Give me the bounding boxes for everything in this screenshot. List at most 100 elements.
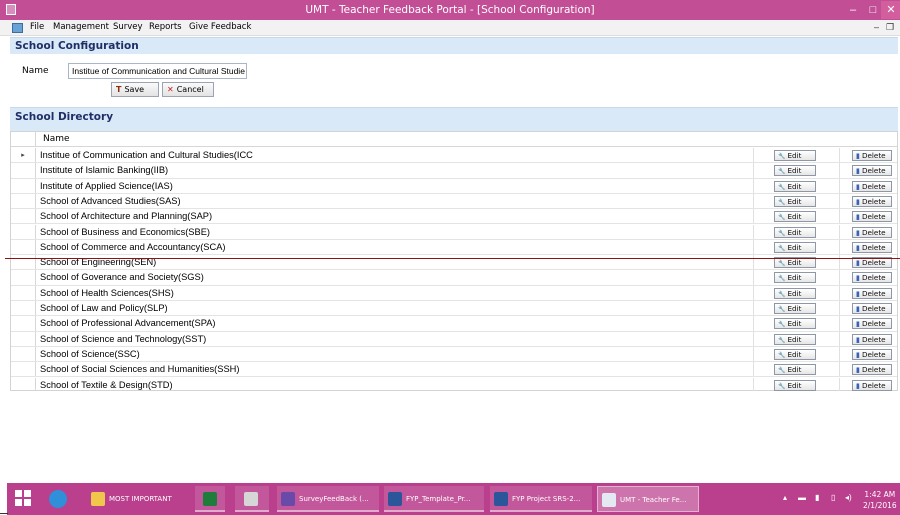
mdi-restore-button[interactable]: ❐ (886, 22, 894, 33)
taskbar-item-fyp-template[interactable]: FYP_Template_Pr... (384, 486, 484, 512)
internet-explorer-taskbar-item[interactable] (45, 486, 79, 512)
school-name-cell[interactable]: School of Science(SSC) (40, 349, 140, 359)
table-row[interactable]: School of Health Sciences(SHS) 🔧 Edit ▮ Dele… (11, 285, 897, 301)
school-name-cell[interactable]: Institute of Applied Science(IAS) (40, 181, 173, 191)
row-header[interactable] (11, 346, 36, 362)
taskbar-item-most-important[interactable]: MOST IMPORTANT (87, 486, 191, 512)
minimize-button[interactable]: – (843, 1, 863, 19)
delete-button[interactable]: ▮ Delete (852, 287, 892, 299)
tray-expand-icon[interactable]: ▴ (783, 493, 787, 502)
delete-button[interactable]: ▮ Delete (852, 226, 892, 238)
edit-button[interactable]: 🔧 Edit (774, 241, 816, 253)
delete-button[interactable]: ▮ Delete (852, 303, 892, 314)
school-name-cell[interactable]: School of Architecture and Planning(SAP) (40, 211, 212, 221)
table-row[interactable]: Institute of Applied Science(IAS) 🔧 Edit ▮ D… (11, 178, 897, 194)
row-header[interactable] (11, 239, 36, 255)
school-name-cell[interactable]: Institute of Islamic Banking(IIB) (40, 165, 168, 175)
row-header[interactable] (11, 209, 36, 224)
row-header[interactable]: ▸ (11, 148, 36, 163)
mdi-minimize-button[interactable]: – (874, 22, 879, 32)
column-header-name[interactable]: Name (43, 134, 70, 144)
row-header[interactable] (11, 178, 36, 193)
name-input[interactable]: Institue of Communication and Cultural S… (68, 63, 247, 79)
delete-button[interactable]: ▮ Delete (852, 165, 892, 177)
edit-button[interactable]: 🔧 Edit (774, 272, 816, 284)
row-header[interactable] (11, 362, 36, 377)
edit-button[interactable]: 🔧 Edit (774, 379, 816, 391)
school-name-cell[interactable]: School of Social Sciences and Humanities… (40, 364, 239, 374)
edit-button[interactable]: 🔧 Edit (774, 211, 816, 223)
edit-button[interactable]: 🔧 Edit (774, 165, 816, 177)
table-row[interactable]: School of Science(SSC) 🔧 Edit ▮ Delete (11, 346, 897, 363)
table-row[interactable]: School of Social Sciences and Humanities… (11, 362, 897, 378)
battery-icon[interactable]: ▯ (831, 493, 835, 502)
menu-file[interactable]: File (30, 22, 44, 32)
school-name-cell[interactable]: School of Commerce and Accountancy(SCA) (40, 242, 226, 252)
edit-button[interactable]: 🔧 Edit (774, 226, 816, 238)
row-header[interactable] (11, 316, 36, 331)
delete-button[interactable]: ▮ Delete (852, 348, 892, 360)
school-name-cell[interactable]: School of Business and Economics(SBE) (40, 227, 210, 237)
menu-management[interactable]: Management (53, 22, 109, 32)
table-row[interactable]: School of Architecture and Planning(SAP)… (11, 209, 897, 225)
row-header[interactable] (11, 163, 36, 178)
edit-button[interactable]: 🔧 Edit (774, 150, 816, 161)
tray-app-icon[interactable]: ▬ (798, 493, 806, 502)
delete-button[interactable]: ▮ Delete (852, 211, 892, 223)
table-row[interactable]: School of Commerce and Accountancy(SCA) 🔧… (11, 239, 897, 256)
delete-button[interactable]: ▮ Delete (852, 195, 892, 207)
menu-survey[interactable]: Survey (113, 22, 143, 32)
delete-button[interactable]: ▮ Delete (852, 364, 892, 376)
school-name-cell[interactable]: School of Advanced Studies(SAS) (40, 196, 181, 206)
edit-button[interactable]: 🔧 Edit (774, 318, 816, 330)
edit-button[interactable]: 🔧 Edit (774, 180, 816, 192)
taskbar-item-fyp-project-srs[interactable]: FYP Project SRS-2... (490, 486, 592, 512)
delete-button[interactable]: ▮ Delete (852, 180, 892, 192)
delete-button[interactable]: ▮ Delete (852, 272, 892, 284)
taskbar-item-umt-teacher-feedback[interactable]: UMT - Teacher Fe... (597, 486, 699, 512)
menu-give-feedback[interactable]: Give Feedback (189, 22, 251, 32)
delete-button[interactable]: ▮ Delete (852, 333, 892, 345)
school-name-cell[interactable]: School of Professional Advancement(SPA) (40, 318, 216, 328)
taskbar-item-snipping-tool[interactable] (235, 486, 269, 512)
taskbar-item-excel[interactable] (195, 486, 225, 512)
save-button[interactable]: T Save (111, 82, 159, 97)
close-button[interactable]: ✕ (881, 1, 900, 19)
cancel-button[interactable]: ✕ Cancel (162, 82, 214, 97)
school-name-cell[interactable]: School of Goverance and Society(SGS) (40, 272, 204, 282)
school-name-cell[interactable]: School of Science and Technology(SST) (40, 334, 206, 344)
delete-button[interactable]: ▮ Delete (852, 379, 892, 391)
table-row[interactable]: School of Goverance and Society(SGS) 🔧 Edi… (11, 270, 897, 286)
delete-button[interactable]: ▮ Delete (852, 241, 892, 253)
row-header[interactable] (11, 224, 36, 239)
table-row[interactable]: ▸ Institue of Communication and Cultural … (11, 148, 897, 164)
row-header[interactable] (11, 193, 36, 209)
edit-button[interactable]: 🔧 Edit (774, 195, 816, 207)
edit-button[interactable]: 🔧 Edit (774, 364, 816, 376)
table-row[interactable]: School of Advanced Studies(SAS) 🔧 Edit ▮ Del… (11, 193, 897, 210)
school-name-cell[interactable]: School of Health Sciences(SHS) (40, 288, 174, 298)
table-row[interactable]: School of Science and Technology(SST) 🔧 Ed… (11, 331, 897, 347)
school-name-cell[interactable]: Institue of Communication and Cultural S… (40, 150, 253, 160)
school-name-cell[interactable]: School of Law and Policy(SLP) (40, 303, 168, 313)
row-header[interactable] (11, 270, 36, 285)
table-row[interactable]: School of Business and Economics(SBE) 🔧 Ed… (11, 224, 897, 240)
delete-button[interactable]: ▮ Delete (852, 150, 892, 161)
row-header[interactable] (11, 331, 36, 346)
row-header[interactable] (11, 285, 36, 300)
school-name-cell[interactable]: School of Textile & Design(STD) (40, 380, 173, 390)
start-button[interactable] (15, 490, 31, 506)
edit-button[interactable]: 🔧 Edit (774, 348, 816, 360)
network-icon[interactable]: ▮ (815, 493, 819, 502)
delete-button[interactable]: ▮ Delete (852, 318, 892, 330)
edit-button[interactable]: 🔧 Edit (774, 287, 816, 299)
taskbar-item-survey-feedback[interactable]: SurveyFeedBack (... (277, 486, 379, 512)
mdi-child-icon[interactable] (12, 23, 23, 33)
edit-button[interactable]: 🔧 Edit (774, 333, 816, 345)
system-clock[interactable]: 1:42 AM 2/1/2016 (863, 489, 897, 511)
volume-icon[interactable]: ◂) (845, 493, 852, 502)
row-header[interactable] (11, 301, 36, 316)
maximize-button[interactable]: □ (863, 1, 883, 19)
edit-button[interactable]: 🔧 Edit (774, 303, 816, 314)
table-row[interactable]: School of Law and Policy(SLP) 🔧 Edit ▮ Delet… (11, 301, 897, 317)
